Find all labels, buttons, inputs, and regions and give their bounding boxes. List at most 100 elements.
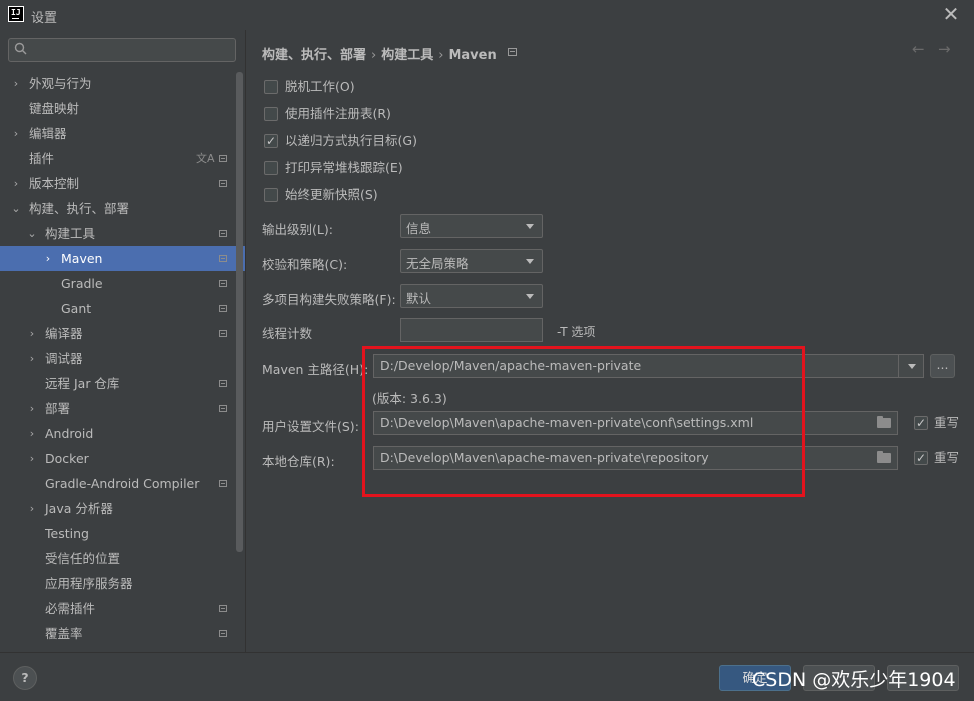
- chevron-right-icon[interactable]: ›: [43, 246, 53, 271]
- maven-home-label: Maven 主路径(H):: [262, 362, 369, 377]
- folder-icon[interactable]: [877, 451, 891, 463]
- settings-config-icon: [219, 280, 227, 287]
- close-icon[interactable]: ✕: [940, 3, 962, 25]
- sidebar-item[interactable]: 键盘映射: [0, 96, 245, 121]
- option-label: 以递归方式执行目标(G): [285, 133, 417, 148]
- dropdown-arrow-icon: [526, 259, 534, 264]
- sidebar-item[interactable]: › 调试器: [0, 346, 245, 371]
- local-repository-label: 本地仓库(R):: [262, 454, 335, 469]
- sidebar-scrollbar[interactable]: [236, 72, 243, 552]
- sidebar-item[interactable]: 必需插件: [0, 596, 245, 621]
- settings-config-icon: [219, 155, 227, 162]
- dropdown-arrow-icon: [526, 294, 534, 299]
- breadcrumb: 构建、执行、部署 › 构建工具 › Maven: [262, 44, 497, 63]
- settings-config-icon: [219, 255, 227, 262]
- maven-home-dropdown[interactable]: [898, 355, 923, 377]
- settings-config-icon: [219, 605, 227, 612]
- sidebar-item[interactable]: › 外观与行为: [0, 71, 245, 96]
- option-label: 始终更新快照(S): [285, 187, 378, 202]
- chevron-right-icon[interactable]: ›: [27, 446, 37, 471]
- failure-policy-select[interactable]: 默认: [400, 284, 543, 308]
- sidebar-item[interactable]: › Java 分析器: [0, 496, 245, 521]
- checksum-policy-select[interactable]: 无全局策略: [400, 249, 543, 273]
- checkbox[interactable]: [264, 80, 278, 94]
- chevron-right-icon[interactable]: ›: [27, 396, 37, 421]
- sidebar-item[interactable]: 应用程序服务器: [0, 571, 245, 596]
- folder-icon[interactable]: [877, 416, 891, 428]
- sidebar-item-label: 编辑器: [29, 126, 67, 141]
- chevron-right-icon[interactable]: ›: [11, 121, 21, 146]
- sidebar-item-label: 调试器: [45, 351, 83, 366]
- override-label: 重写: [934, 450, 960, 465]
- option-label: 脱机工作(O): [285, 79, 355, 94]
- chevron-right-icon[interactable]: ›: [27, 421, 37, 446]
- checkbox[interactable]: [264, 161, 278, 175]
- sidebar-item[interactable]: ⌄ 构建工具: [0, 221, 245, 246]
- failure-policy-label: 多项目构建失败策略(F):: [262, 292, 396, 307]
- chevron-right-icon[interactable]: ›: [27, 346, 37, 371]
- sidebar-item[interactable]: Gradle-Android Compiler: [0, 471, 245, 496]
- search-icon: [14, 42, 27, 55]
- output-level-value: 信息: [406, 221, 432, 236]
- sidebar-item[interactable]: › 编辑器: [0, 121, 245, 146]
- forward-arrow-icon[interactable]: →: [938, 40, 951, 58]
- sidebar-item-label: 键盘映射: [29, 101, 80, 116]
- sidebar-item[interactable]: ⌄ 构建、执行、部署: [0, 196, 245, 221]
- breadcrumb-part[interactable]: 构建工具: [381, 48, 433, 63]
- user-settings-label: 用户设置文件(S):: [262, 419, 359, 434]
- sidebar-item-label: Testing: [45, 526, 89, 541]
- checkbox-checked[interactable]: [914, 448, 928, 468]
- settings-config-icon: [219, 305, 227, 312]
- project-settings-icon: [508, 48, 517, 56]
- override-label: 重写: [934, 415, 960, 430]
- sidebar-item[interactable]: › 编译器: [0, 321, 245, 346]
- breadcrumb-part[interactable]: 构建、执行、部署: [262, 48, 366, 63]
- checkbox-checked[interactable]: [264, 131, 278, 151]
- sidebar-item-label: Gant: [61, 301, 92, 316]
- thread-count-input[interactable]: [400, 318, 543, 342]
- sidebar-item[interactable]: › Docker: [0, 446, 245, 471]
- sidebar-item-label: 必需插件: [45, 601, 96, 616]
- chevron-right-icon[interactable]: ›: [11, 71, 21, 96]
- sidebar-item[interactable]: › 版本控制: [0, 171, 245, 196]
- checkbox[interactable]: [264, 188, 278, 202]
- sidebar-item[interactable]: 受信任的位置: [0, 546, 245, 571]
- search-input[interactable]: [8, 38, 236, 62]
- sidebar-item-label: 编译器: [45, 326, 83, 341]
- sidebar-item[interactable]: 远程 Jar 仓库: [0, 371, 245, 396]
- checkbox[interactable]: [264, 107, 278, 121]
- chevron-right-icon[interactable]: ›: [11, 171, 21, 196]
- sidebar-item[interactable]: Gant: [0, 296, 245, 321]
- settings-config-icon: [219, 180, 227, 187]
- sidebar-item-label: 构建、执行、部署: [29, 201, 130, 216]
- watermark-text: CSDN @欢乐少年1904: [752, 669, 956, 691]
- sidebar-item[interactable]: 插件 文A: [0, 146, 245, 171]
- back-arrow-icon[interactable]: ←: [912, 40, 925, 58]
- sidebar-item[interactable]: › Android: [0, 421, 245, 446]
- settings-config-icon: [219, 405, 227, 412]
- sidebar-item[interactable]: Gradle: [0, 271, 245, 296]
- output-level-label: 输出级别(L):: [262, 222, 333, 237]
- failure-policy-value: 默认: [406, 291, 432, 306]
- sidebar-item[interactable]: › Maven: [0, 246, 245, 271]
- breadcrumb-current: Maven: [448, 48, 497, 63]
- chevron-right-icon[interactable]: ›: [27, 321, 37, 346]
- chevron-down-icon[interactable]: ⌄: [27, 221, 37, 246]
- settings-config-icon: [219, 480, 227, 487]
- sidebar-item-label: 外观与行为: [29, 76, 92, 91]
- sidebar-item[interactable]: Testing: [0, 521, 245, 546]
- sidebar-item-label: 插件: [29, 151, 55, 166]
- output-level-select[interactable]: 信息: [400, 214, 543, 238]
- chevron-right-icon[interactable]: ›: [27, 496, 37, 521]
- sidebar-item[interactable]: 覆盖率: [0, 621, 245, 646]
- checkbox-checked[interactable]: [914, 413, 928, 433]
- sidebar-item-label: Android: [45, 426, 94, 441]
- sidebar-item-label: 版本控制: [29, 176, 80, 191]
- help-button[interactable]: ?: [13, 666, 37, 690]
- browse-button[interactable]: ...: [930, 354, 955, 378]
- sidebar-item-label: 覆盖率: [45, 626, 83, 641]
- dropdown-arrow-icon: [908, 364, 916, 369]
- sidebar-item[interactable]: › 部署: [0, 396, 245, 421]
- chevron-down-icon[interactable]: ⌄: [11, 196, 21, 221]
- settings-config-icon: [219, 630, 227, 637]
